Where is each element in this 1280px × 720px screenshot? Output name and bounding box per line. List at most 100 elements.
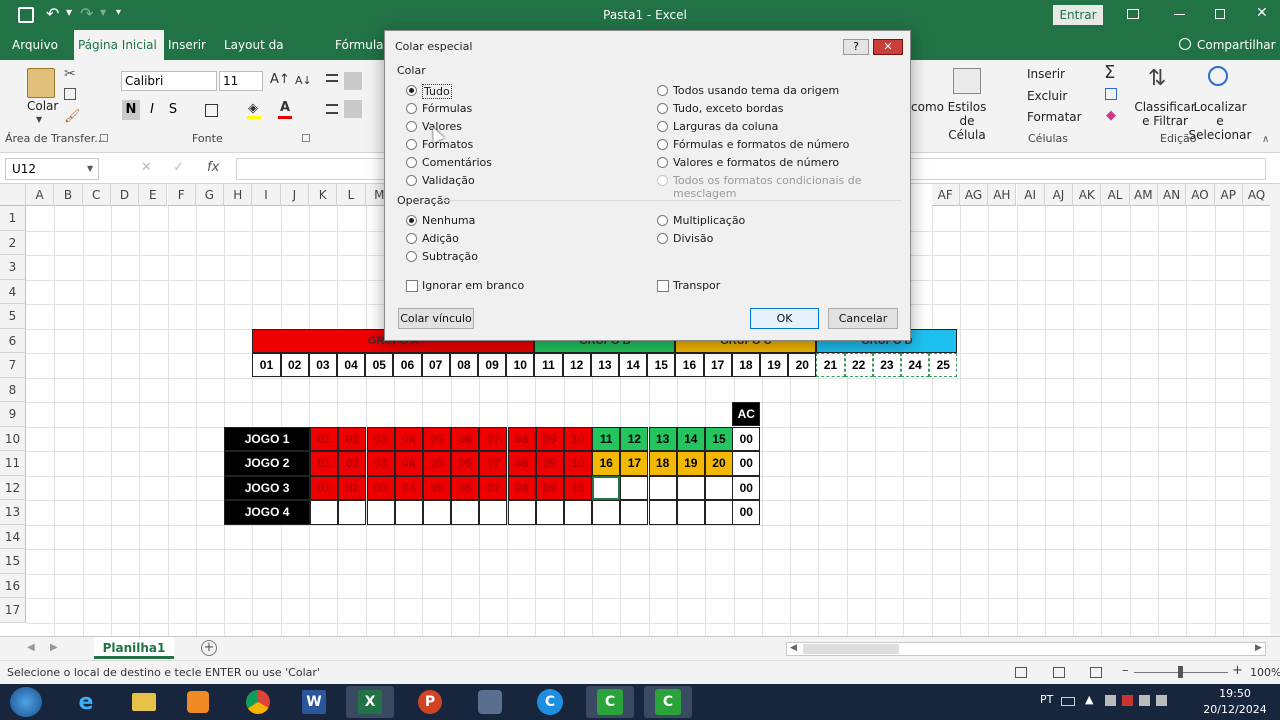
column-header[interactable]: H — [224, 184, 253, 206]
column-header[interactable]: J — [280, 184, 309, 206]
jogo-cell[interactable] — [592, 500, 621, 525]
operation-right-option-label[interactable]: Multiplicação — [673, 214, 745, 227]
taskbar-excel-icon[interactable]: X — [346, 686, 394, 718]
jogo-cell[interactable]: 04 — [394, 451, 423, 476]
cancel-button[interactable]: Cancelar — [828, 308, 898, 329]
row-header[interactable]: 11 — [0, 451, 26, 476]
jogo-cell[interactable] — [563, 500, 593, 525]
sort-filter-button[interactable]: Classificar e Filtrar — [1134, 100, 1196, 128]
clock-date[interactable]: 20/12/2024 — [1200, 703, 1270, 716]
number-cell[interactable]: 05 — [365, 353, 394, 377]
jogo-cell[interactable]: 04 — [394, 426, 423, 451]
jogo-cell[interactable]: 07 — [479, 475, 508, 500]
operation-radio-1[interactable] — [406, 233, 417, 244]
paste-right-option-label[interactable]: Todos usando tema da origem — [673, 84, 839, 97]
column-header[interactable]: AI — [1016, 184, 1045, 206]
paste-right-radio-4[interactable] — [657, 157, 668, 168]
taskbar-chrome-icon[interactable] — [234, 686, 282, 718]
jogo-cell[interactable] — [535, 500, 564, 525]
number-cell[interactable]: 11 — [534, 353, 563, 377]
paste-right-radio-3[interactable] — [657, 139, 668, 150]
number-cell[interactable]: 07 — [421, 353, 450, 377]
fill-icon[interactable] — [1105, 88, 1117, 100]
column-header[interactable]: AH — [988, 184, 1017, 206]
jogo-cell[interactable]: 06 — [451, 426, 480, 451]
jogo-label[interactable]: JOGO 2 — [224, 451, 311, 476]
column-header[interactable]: A — [26, 184, 55, 206]
ac-cell[interactable]: 00 — [732, 500, 761, 525]
number-cell[interactable]: 24 — [901, 353, 930, 377]
column-header[interactable]: AG — [959, 184, 989, 206]
redo-icon[interactable]: ↷ — [80, 4, 93, 23]
paste-right-option-label[interactable]: Larguras da coluna — [673, 120, 778, 133]
taskbar-explorer-icon[interactable] — [120, 686, 168, 718]
tray-arrow-icon[interactable]: ▲ — [1085, 693, 1093, 706]
jogo-cell[interactable]: 08 — [507, 451, 536, 476]
paste-radio-0[interactable] — [406, 85, 417, 96]
select-all-corner[interactable] — [0, 184, 26, 206]
jogo-cell[interactable]: 11 — [592, 426, 621, 451]
italic-button[interactable]: I — [145, 100, 159, 120]
tab-2[interactable]: Inserir — [164, 30, 212, 60]
jogo-cell[interactable]: 18 — [648, 451, 677, 476]
paste-right-radio-2[interactable] — [657, 121, 668, 132]
jogo-cell[interactable]: 15 — [704, 426, 734, 451]
paste-option-label[interactable]: Fórmulas — [422, 102, 472, 115]
skip-blanks-checkbox[interactable] — [406, 280, 418, 292]
taskbar-app-icon[interactable] — [466, 686, 514, 718]
format-painter-icon[interactable]: 🖌 — [64, 109, 81, 124]
taskbar-camtasia2-icon[interactable]: C — [644, 686, 692, 718]
font-launcher-icon[interactable] — [302, 134, 310, 142]
jogo-cell[interactable]: 05 — [422, 451, 452, 476]
sign-in-button[interactable]: Entrar — [1053, 5, 1103, 25]
column-header[interactable]: AP — [1214, 184, 1243, 206]
row-header[interactable]: 15 — [0, 549, 26, 574]
paste-option-label[interactable]: Tudo — [422, 84, 452, 99]
cut-icon[interactable]: ✂ — [64, 66, 76, 82]
jogo-cell[interactable] — [394, 500, 423, 525]
align-middle-icon[interactable] — [344, 72, 362, 90]
zoom-in-icon[interactable]: + — [1232, 663, 1243, 678]
collapse-ribbon-icon[interactable]: ∧ — [1262, 134, 1269, 145]
jogo-cell[interactable] — [620, 475, 649, 500]
jogo-cell[interactable]: 10 — [563, 426, 593, 451]
add-sheet-icon[interactable]: + — [201, 640, 217, 656]
jogo-label[interactable]: JOGO 1 — [224, 426, 311, 451]
jogo-cell[interactable]: 02 — [338, 451, 367, 476]
column-header[interactable]: I — [252, 184, 281, 206]
paste-dropdown-icon[interactable]: ▼ — [36, 115, 42, 124]
column-header[interactable]: AL — [1101, 184, 1130, 206]
paste-radio-4[interactable] — [406, 157, 417, 168]
find-select-button[interactable]: Localizar e Selecionar — [1188, 100, 1252, 142]
format-as-table-label[interactable]: como — [911, 100, 944, 114]
number-cell[interactable]: 03 — [308, 353, 337, 377]
shrink-font-icon[interactable]: A↓ — [295, 74, 312, 87]
number-cell[interactable]: 04 — [337, 353, 366, 377]
row-header[interactable]: 3 — [0, 255, 26, 280]
scroll-left-icon[interactable]: ◀ — [790, 643, 797, 653]
number-cell[interactable]: 13 — [590, 353, 619, 377]
zoom-slider-thumb[interactable] — [1178, 666, 1183, 678]
jogo-cell[interactable] — [648, 500, 677, 525]
column-header[interactable]: D — [110, 184, 140, 206]
jogo-cell[interactable]: 05 — [422, 475, 452, 500]
number-cell[interactable]: 01 — [252, 353, 281, 377]
jogo-cell[interactable]: 10 — [563, 475, 593, 500]
number-cell[interactable]: 10 — [506, 353, 535, 377]
jogo-cell[interactable]: 09 — [535, 475, 564, 500]
number-cell[interactable]: 23 — [872, 353, 901, 377]
jogo-cell[interactable]: 09 — [535, 451, 564, 476]
undo-dropdown-icon[interactable]: ▼ — [66, 8, 72, 17]
transpose-checkbox[interactable] — [657, 280, 669, 292]
close-window-icon[interactable]: ✕ — [1256, 5, 1268, 21]
taskbar-media-icon[interactable] — [174, 686, 222, 718]
number-cell[interactable]: 21 — [816, 353, 845, 377]
operation-right-radio-1[interactable] — [657, 233, 668, 244]
jogo-cell[interactable]: 16 — [592, 451, 621, 476]
row-header[interactable]: 7 — [0, 353, 26, 378]
number-cell[interactable]: 09 — [478, 353, 507, 377]
jogo-cell[interactable] — [648, 475, 677, 500]
taskbar-c-app-icon[interactable]: C — [526, 686, 574, 718]
delete-cells-button[interactable]: Excluir — [1027, 89, 1067, 103]
cell-styles-button[interactable]: Estilos de Célula — [941, 100, 993, 142]
